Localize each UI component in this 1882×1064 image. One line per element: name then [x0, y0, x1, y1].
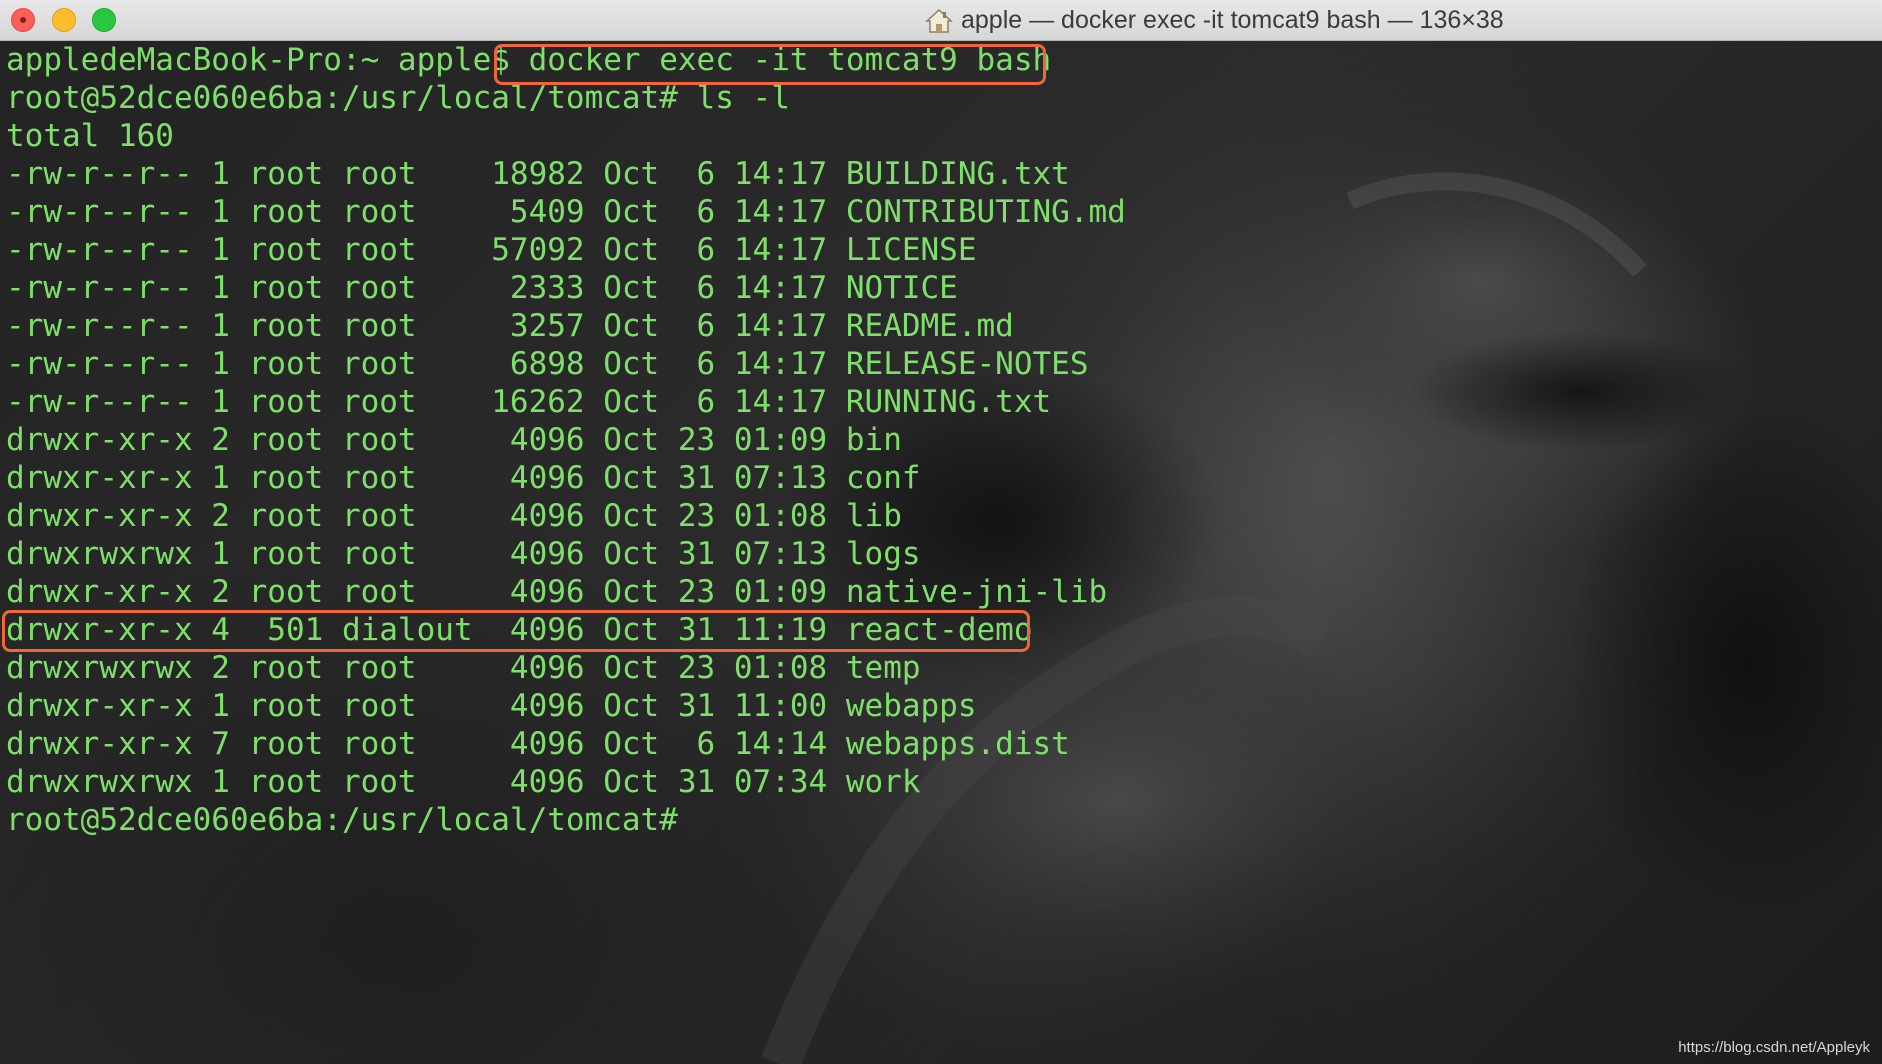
terminal-line: total 160 — [6, 118, 174, 154]
terminal-line: drwxr-xr-x 1 root root 4096 Oct 31 07:13… — [6, 460, 921, 496]
react-demo-highlight-box — [2, 610, 1030, 652]
terminal-line: drwxr-xr-x 2 root root 4096 Oct 23 01:09… — [6, 422, 902, 458]
terminal-line: drwxr-xr-x 2 root root 4096 Oct 23 01:08… — [6, 498, 902, 534]
terminal-line: drwxrwxrwx 1 root root 4096 Oct 31 07:13… — [6, 536, 921, 572]
terminal-line: drwxrwxrwx 1 root root 4096 Oct 31 07:34… — [6, 764, 921, 800]
home-icon — [925, 8, 953, 33]
command-highlight-box — [494, 44, 1046, 85]
terminal-line: drwxr-xr-x 1 root root 4096 Oct 31 11:00… — [6, 688, 977, 724]
terminal-window: apple — docker exec -it tomcat9 bash — 1… — [0, 0, 1882, 1064]
window-title: apple — docker exec -it tomcat9 bash — 1… — [961, 6, 1504, 34]
title-bar[interactable]: apple — docker exec -it tomcat9 bash — 1… — [0, 0, 1882, 41]
terminal-line: drwxr-xr-x 7 root root 4096 Oct 6 14:14 … — [6, 726, 1070, 762]
window-title-group: apple — docker exec -it tomcat9 bash — 1… — [925, 0, 1504, 41]
minimize-button[interactable] — [52, 8, 76, 32]
zoom-button[interactable] — [92, 8, 116, 32]
watermark: https://blog.csdn.net/Appleyk — [1678, 1039, 1870, 1056]
terminal-prompt[interactable]: root@52dce060e6ba:/usr/local/tomcat# — [6, 801, 1126, 839]
terminal-line: -rw-r--r-- 1 root root 16262 Oct 6 14:17… — [6, 384, 1052, 420]
terminal-line: -rw-r--r-- 1 root root 57092 Oct 6 14:17… — [6, 232, 977, 268]
terminal-line: -rw-r--r-- 1 root root 3257 Oct 6 14:17 … — [6, 308, 1014, 344]
terminal-line: -rw-r--r-- 1 root root 18982 Oct 6 14:17… — [6, 156, 1070, 192]
terminal-output: appledeMacBook-Pro:~ apple$ docker exec … — [6, 41, 1126, 839]
terminal-line: -rw-r--r-- 1 root root 2333 Oct 6 14:17 … — [6, 270, 958, 306]
terminal-line: drwxrwxrwx 2 root root 4096 Oct 23 01:08… — [6, 650, 921, 686]
terminal-line: -rw-r--r-- 1 root root 5409 Oct 6 14:17 … — [6, 194, 1126, 230]
terminal-line: -rw-r--r-- 1 root root 6898 Oct 6 14:17 … — [6, 346, 1089, 382]
terminal-line: drwxr-xr-x 2 root root 4096 Oct 23 01:09… — [6, 574, 1108, 610]
close-button[interactable] — [11, 8, 35, 32]
terminal-content[interactable]: appledeMacBook-Pro:~ apple$ docker exec … — [0, 41, 1882, 1064]
